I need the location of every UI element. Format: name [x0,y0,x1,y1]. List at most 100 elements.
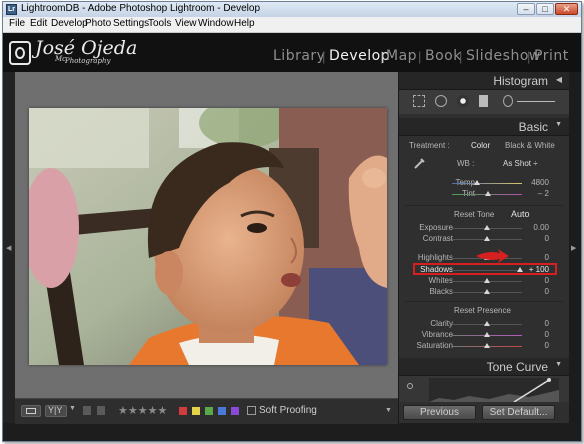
soft-proofing-label: Soft Proofing [259,405,317,416]
temp-slider[interactable] [452,183,522,184]
contrast-slider-knob[interactable] [484,236,490,241]
whites-slider-knob[interactable] [484,278,490,283]
red-eye-icon[interactable] [457,95,469,107]
red-arrow-annotation-icon [476,249,509,263]
contrast-value[interactable]: 0 [519,234,549,243]
maximize-button[interactable]: □ [536,3,554,15]
exposure-value[interactable]: 0.00 [519,223,549,232]
whites-value[interactable]: 0 [519,276,549,285]
treatment-bw-option[interactable]: Black & White [505,141,555,150]
brush-slider-track [517,101,555,102]
set-default-button[interactable]: Set Default... [482,405,555,420]
whites-label: Whites [428,276,453,285]
loupe-view [15,72,398,398]
temp-slider-knob[interactable] [474,180,480,185]
crop-tool-icon[interactable] [413,95,425,107]
module-library[interactable]: Library [273,48,325,64]
before-after-dropdown-icon[interactable]: ▼ [69,405,76,412]
soft-proofing-checkbox[interactable] [247,406,256,415]
tone-curve-area [399,376,570,402]
menu-view[interactable]: View [175,18,197,29]
highlights-value[interactable]: 0 [519,253,549,262]
blacks-value[interactable]: 0 [519,287,549,296]
module-map[interactable]: Map [386,48,417,64]
flag-icon[interactable] [83,406,91,415]
targeted-adjustment-icon[interactable] [407,383,413,389]
color-label-green[interactable] [205,407,213,415]
color-label-blue[interactable] [218,407,226,415]
before-after-button[interactable]: Y|Y [45,405,67,417]
tone-curve-graph[interactable] [429,378,559,402]
saturation-label: Saturation [416,341,453,350]
contrast-label: Contrast [422,234,453,243]
star-rating[interactable]: ★★★★★ [118,404,167,417]
exposure-label: Exposure [419,223,453,232]
menu-window[interactable]: Window [198,18,234,29]
saturation-value[interactable]: 0 [519,341,549,350]
basic-panel-header[interactable]: Basic ▼ [399,118,570,136]
clarity-slider-knob[interactable] [484,321,490,326]
temp-value[interactable]: 4800 [519,178,549,187]
photo-preview [29,108,387,365]
develop-toolbar: Y|Y ▼ ★★★★★ Soft Proofing ▼ [15,398,398,424]
right-panel-toggle-icon[interactable]: ▶ [571,244,576,252]
right-panel: Histogram ◀ Basic ▼ Treatment : Color Bl… [398,72,570,423]
tone-curve-expand-icon[interactable]: ▼ [555,361,562,368]
lightroom-window: Lr LightroomDB - Adobe Photoshop Lightro… [2,1,582,442]
blacks-slider-knob[interactable] [484,289,490,294]
tool-strip [399,90,570,114]
identity-plate-bar: José Ojeda Mc Photography Library | Deve… [3,33,581,72]
before-after-label: Y|Y [48,405,63,415]
shadows-label: Shadows [420,265,453,274]
loupe-icon [26,408,36,414]
reset-presence-label[interactable]: Reset Presence [454,306,511,315]
reject-flag-icon[interactable] [97,406,105,415]
white-balance-eyedropper-icon[interactable] [413,156,427,170]
close-button[interactable]: ✕ [555,3,578,15]
wb-select[interactable]: As Shot ÷ [503,159,538,168]
previous-button[interactable]: Previous [403,405,476,420]
tone-curve-title: Tone Curve [486,360,548,374]
histogram-panel-header[interactable]: Histogram ◀ [399,72,570,90]
menu-develop[interactable]: Develop [51,18,88,29]
expand-arrow-icon[interactable]: ▼ [555,121,562,128]
vibrance-slider-knob[interactable] [484,332,490,337]
tint-value[interactable]: – 2 [519,189,549,198]
treatment-color-option[interactable]: Color [471,141,490,150]
color-label-red[interactable] [179,407,187,415]
identity-plate-sub: Photography [65,57,111,65]
right-panel-edge[interactable]: ▶ [569,72,581,423]
menu-tools[interactable]: Tools [148,18,171,29]
module-book[interactable]: Book [425,48,462,64]
spot-removal-icon[interactable] [435,95,447,107]
module-print[interactable]: Print [534,48,569,64]
window-title: LightroomDB - Adobe Photoshop Lightroom … [21,3,261,14]
color-label-purple[interactable] [231,407,239,415]
clarity-value[interactable]: 0 [519,319,549,328]
exposure-slider-knob[interactable] [484,225,490,230]
loupe-view-button[interactable] [21,405,41,417]
menu-settings[interactable]: Settings [113,18,149,29]
collapse-arrow-icon[interactable]: ◀ [556,75,562,84]
graduated-filter-icon[interactable] [479,95,488,107]
boy-photo-image [29,108,387,365]
shadows-slider[interactable] [452,270,522,271]
left-panel-toggle-icon[interactable]: ◀ [6,244,11,252]
vibrance-value[interactable]: 0 [519,330,549,339]
tone-curve-panel-header[interactable]: Tone Curve ▼ [399,358,570,376]
color-label-yellow[interactable] [192,407,200,415]
clarity-label: Clarity [430,319,453,328]
minimize-button[interactable]: – [517,3,535,15]
menu-photo[interactable]: Photo [85,18,111,29]
adjustment-brush-icon[interactable] [503,95,513,107]
left-panel-edge[interactable]: ◀ [3,72,15,423]
menu-help[interactable]: Help [234,18,255,29]
shadows-value[interactable]: + 100 [519,265,549,274]
menu-edit[interactable]: Edit [30,18,47,29]
reset-tone-label[interactable]: Reset Tone [454,210,494,219]
tint-slider-knob[interactable] [485,191,491,196]
menu-file[interactable]: File [9,18,25,29]
saturation-slider-knob[interactable] [484,343,490,348]
auto-tone-button[interactable]: Auto [511,209,530,219]
toolbar-options-icon[interactable]: ▼ [385,407,392,414]
